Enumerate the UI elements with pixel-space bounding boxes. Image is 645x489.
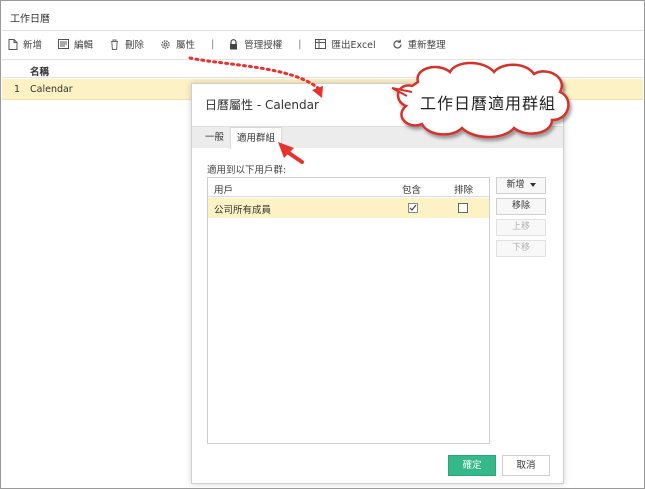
dialog-title: 日曆屬性 - Calendar <box>205 98 319 112</box>
gear-icon <box>160 39 171 50</box>
app-window: 工作日曆 新增 編輯 刪除 屬性 | 管理授權 | 匯出Excel 重新整理 名… <box>0 0 645 489</box>
app-title: 工作日曆 <box>10 14 50 25</box>
user-group-list: 用戶 包含 排除 公司所有成員 <box>207 177 490 444</box>
new-button-label: 新增 <box>23 40 43 51</box>
edit-icon <box>58 39 70 50</box>
include-checkbox-checked[interactable] <box>408 203 418 213</box>
list-header: 用戶 包含 排除 <box>208 178 489 197</box>
exclude-checkbox[interactable] <box>458 203 468 213</box>
row-name-cell: Calendar <box>30 84 73 95</box>
move-down-button[interactable]: 下移 <box>496 240 546 257</box>
new-button[interactable]: 新增 <box>7 37 42 51</box>
trash-icon <box>109 39 120 50</box>
add-dropdown-button[interactable]: 新增 <box>496 177 546 194</box>
refresh-button-label: 重新整理 <box>407 40 446 51</box>
column-header-exclude: 排除 <box>454 185 474 196</box>
row-number: 1 <box>14 84 21 95</box>
move-up-button[interactable]: 上移 <box>496 219 546 236</box>
refresh-button[interactable]: 重新整理 <box>392 37 446 51</box>
remove-button[interactable]: 移除 <box>496 198 546 215</box>
column-header-name[interactable]: 名稱 <box>30 64 49 78</box>
delete-button-label: 刪除 <box>125 40 145 51</box>
dialog-tab-bar: 一般 適用群組 <box>192 126 563 149</box>
ok-button[interactable]: 確定 <box>448 455 496 476</box>
properties-button-label: 屬性 <box>176 40 196 51</box>
delete-button[interactable]: 刪除 <box>109 37 144 51</box>
toolbar-separator: | <box>298 38 302 50</box>
tab-applicable-groups[interactable]: 適用群組 <box>230 127 283 149</box>
column-header-include: 包含 <box>402 185 422 196</box>
title-divider <box>2 30 643 31</box>
properties-button[interactable]: 屬性 <box>160 37 195 51</box>
export-icon <box>315 39 327 50</box>
list-action-buttons: 新增 移除 上移 下移 <box>496 177 546 261</box>
calendar-properties-dialog: 日曆屬性 - Calendar 一般 適用群組 適用到以下用戶群: 用戶 包含 … <box>191 83 564 484</box>
lock-icon <box>228 38 239 50</box>
export-excel-label: 匯出Excel <box>331 40 376 51</box>
caret-down-icon <box>529 182 536 187</box>
refresh-icon <box>392 39 403 50</box>
permissions-button-label: 管理授權 <box>244 40 283 51</box>
toolbar-separator: | <box>211 38 215 50</box>
list-item[interactable]: 公司所有成員 <box>208 198 489 218</box>
export-excel-button[interactable]: 匯出Excel <box>315 37 376 51</box>
apply-to-label: 適用到以下用戶群: <box>207 165 287 176</box>
callout-text: 工作日曆適用群組 <box>419 94 556 113</box>
grid-header: 名稱 <box>2 59 643 78</box>
toolbar: 新增 編輯 刪除 屬性 | 管理授權 | 匯出Excel 重新整理 <box>7 37 462 51</box>
tab-general[interactable]: 一般 <box>199 127 230 149</box>
cancel-button[interactable]: 取消 <box>502 455 550 476</box>
edit-button[interactable]: 編輯 <box>58 37 93 51</box>
add-button-label: 新增 <box>506 180 525 190</box>
permissions-button[interactable]: 管理授權 <box>228 37 282 51</box>
new-file-icon <box>7 38 18 50</box>
edit-button-label: 編輯 <box>74 40 94 51</box>
group-name: 公司所有成員 <box>214 205 272 216</box>
column-header-user: 用戶 <box>214 185 234 196</box>
